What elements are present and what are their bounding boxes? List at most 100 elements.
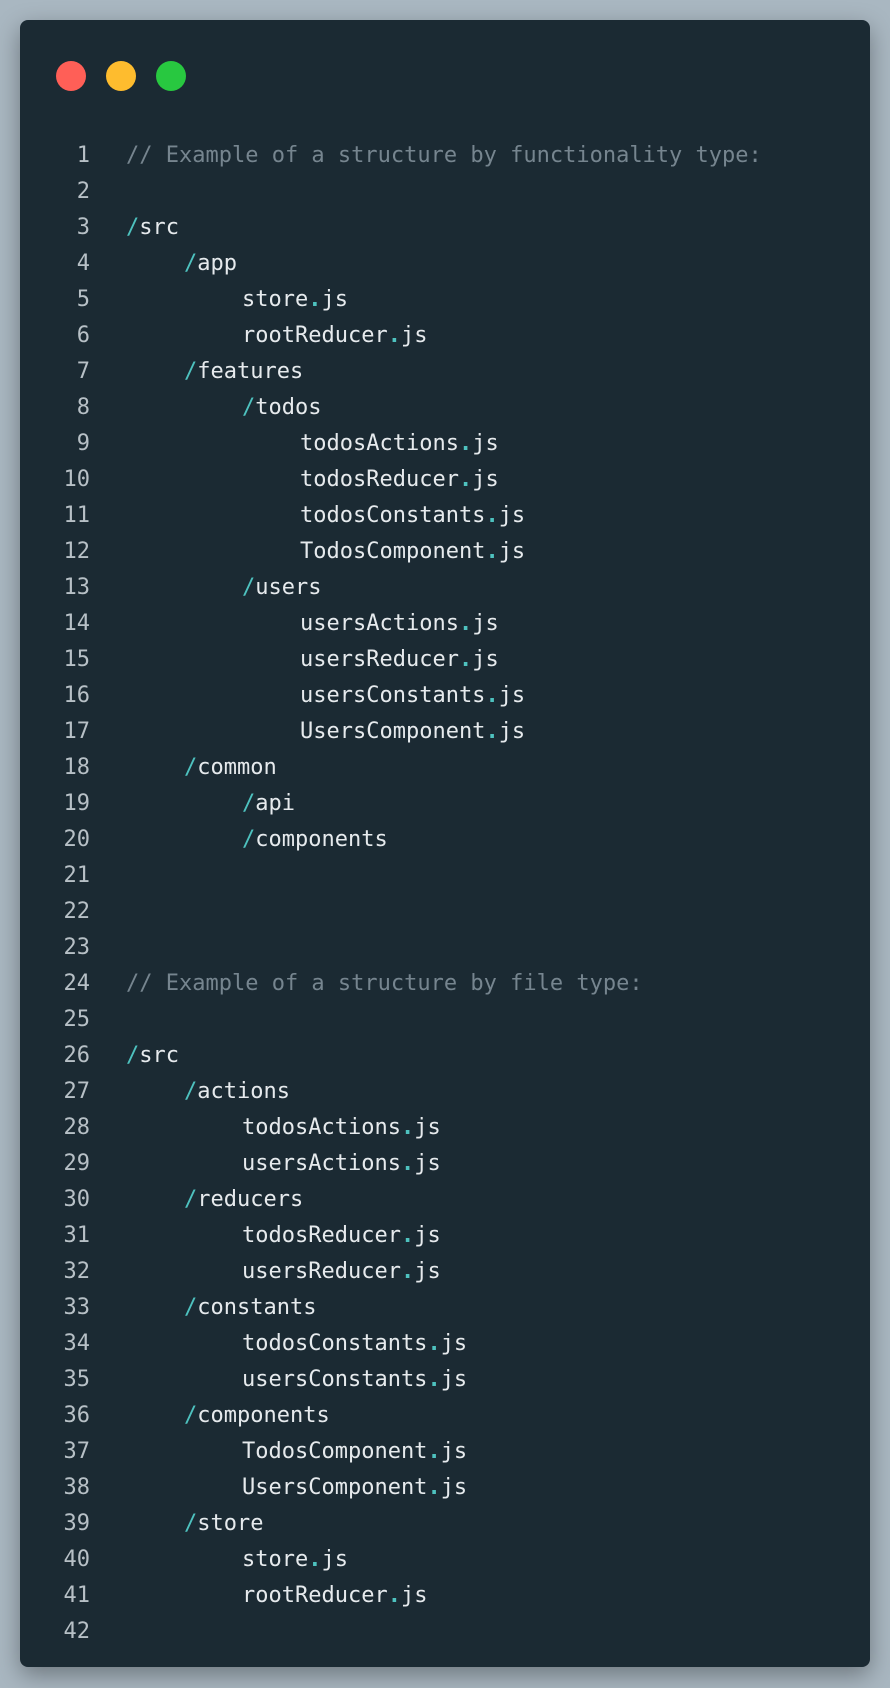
directory-name: /store: [184, 1511, 264, 1536]
line-number: 1: [76, 143, 90, 168]
line-number: 18: [63, 755, 91, 780]
line-number: 24: [63, 971, 91, 996]
file-name: todosConstants.js: [242, 1331, 468, 1356]
directory-name: /users: [242, 575, 322, 600]
line-number: 26: [63, 1043, 91, 1068]
file-name: rootReducer.js: [242, 323, 428, 348]
line-number: 21: [63, 863, 91, 888]
file-name: store.js: [242, 287, 348, 312]
close-button[interactable]: [56, 61, 86, 91]
code-line: 29 usersActions.js: [20, 1146, 870, 1182]
code-line: 5 store.js: [20, 282, 870, 318]
code-line: 42: [20, 1614, 870, 1650]
code-comment: // Example of a structure by functionali…: [126, 143, 762, 168]
directory-name: /components: [184, 1403, 330, 1428]
line-number: 36: [63, 1403, 91, 1428]
file-name: UsersComponent.js: [300, 719, 526, 744]
file-name: store.js: [242, 1547, 348, 1572]
code-line: 9 todosActions.js: [20, 426, 870, 462]
directory-name: /components: [242, 827, 388, 852]
code-line: 40 store.js: [20, 1542, 870, 1578]
file-name: usersActions.js: [242, 1151, 441, 1176]
directory-name: /api: [242, 791, 295, 816]
file-name: todosReducer.js: [300, 467, 499, 492]
code-line: 25: [20, 1002, 870, 1038]
directory-name: /common: [184, 755, 277, 780]
code-line: 35 usersConstants.js: [20, 1362, 870, 1398]
file-name: rootReducer.js: [242, 1583, 428, 1608]
line-number: 19: [63, 791, 91, 816]
file-name: todosReducer.js: [242, 1223, 441, 1248]
code-line: 33/constants: [20, 1290, 870, 1326]
code-line: 30/reducers: [20, 1182, 870, 1218]
line-number: 2: [76, 179, 90, 204]
line-number: 27: [63, 1079, 91, 1104]
line-number: 13: [63, 575, 91, 600]
line-number: 14: [63, 611, 91, 636]
code-line: 32 usersReducer.js: [20, 1254, 870, 1290]
line-number: 9: [76, 431, 90, 456]
file-name: usersReducer.js: [242, 1259, 441, 1284]
code-line: 24 // Example of a structure by file type…: [20, 966, 870, 1002]
file-name: usersConstants.js: [242, 1367, 468, 1392]
code-line: 23: [20, 930, 870, 966]
code-line: 7/features: [20, 354, 870, 390]
code-line: 31 todosReducer.js: [20, 1218, 870, 1254]
code-line: 4/app: [20, 246, 870, 282]
line-number: 39: [63, 1511, 91, 1536]
code-line: 20/components: [20, 822, 870, 858]
line-number: 33: [63, 1295, 91, 1320]
line-number: 20: [63, 827, 91, 852]
code-line: 2: [20, 174, 870, 210]
code-line: 13/users: [20, 570, 870, 606]
code-line: 34 todosConstants.js: [20, 1326, 870, 1362]
line-number: 38: [63, 1475, 91, 1500]
file-name: usersConstants.js: [300, 683, 526, 708]
minimize-button[interactable]: [106, 61, 136, 91]
line-number: 4: [76, 251, 90, 276]
directory-name: /todos: [242, 395, 322, 420]
code-line: 39/store: [20, 1506, 870, 1542]
code-line: 18/common: [20, 750, 870, 786]
line-number: 25: [63, 1007, 91, 1032]
maximize-button[interactable]: [156, 61, 186, 91]
line-number: 5: [76, 287, 90, 312]
line-number: 32: [63, 1259, 91, 1284]
code-line: 17 UsersComponent.js: [20, 714, 870, 750]
file-name: UsersComponent.js: [242, 1475, 468, 1500]
directory-name: /actions: [184, 1079, 290, 1104]
code-line: 6 rootReducer.js: [20, 318, 870, 354]
code-line: 37 TodosComponent.js: [20, 1434, 870, 1470]
code-line: 1 // Example of a structure by functional…: [20, 138, 870, 174]
line-number: 16: [63, 683, 91, 708]
line-number: 41: [63, 1583, 91, 1608]
file-name: TodosComponent.js: [300, 539, 526, 564]
line-number: 17: [63, 719, 91, 744]
file-name: usersReducer.js: [300, 647, 499, 672]
window-controls: [56, 61, 186, 91]
directory-name: /app: [184, 251, 237, 276]
code-line: 41 rootReducer.js: [20, 1578, 870, 1614]
directory-name: /src: [126, 1043, 179, 1068]
code-line: 38 UsersComponent.js: [20, 1470, 870, 1506]
code-line: 11 todosConstants.js: [20, 498, 870, 534]
line-number: 12: [63, 539, 91, 564]
line-number: 30: [63, 1187, 91, 1212]
code-line: 8/todos: [20, 390, 870, 426]
line-number: 35: [63, 1367, 91, 1392]
file-name: todosActions.js: [242, 1115, 441, 1140]
code-line: 28 todosActions.js: [20, 1110, 870, 1146]
code-line: 27/actions: [20, 1074, 870, 1110]
file-name: todosConstants.js: [300, 503, 526, 528]
code-block: 1 // Example of a structure by functional…: [20, 138, 870, 1650]
line-number: 8: [76, 395, 90, 420]
directory-name: /constants: [184, 1295, 317, 1320]
line-number: 6: [76, 323, 90, 348]
line-number: 22: [63, 899, 91, 924]
line-number: 40: [63, 1547, 91, 1572]
line-number: 11: [63, 503, 91, 528]
line-number: 23: [63, 935, 91, 960]
code-line: 12 TodosComponent.js: [20, 534, 870, 570]
code-line: 14 usersActions.js: [20, 606, 870, 642]
code-line: 21: [20, 858, 870, 894]
